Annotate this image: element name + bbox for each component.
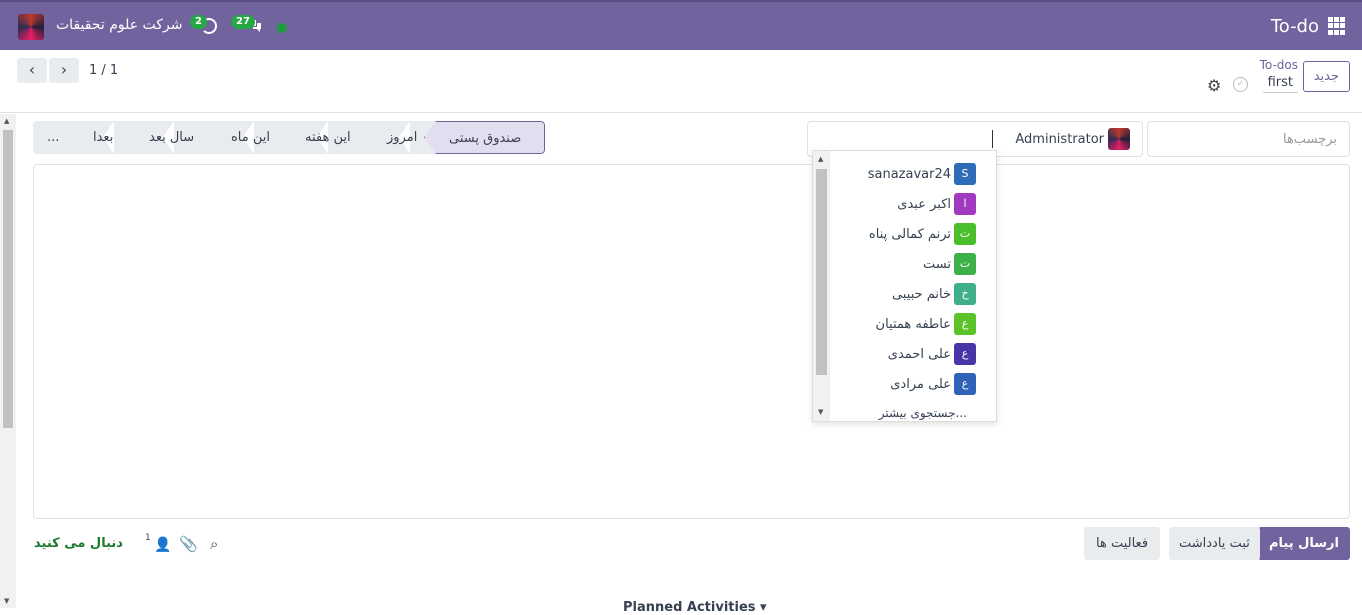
user-name: علی مرادی: [890, 376, 951, 392]
tab-this-month[interactable]: این ماه: [231, 121, 270, 154]
user-initial-avatar: ع: [954, 373, 976, 395]
tags-placeholder: برچسب‌ها: [1282, 132, 1337, 147]
message-count-badge: 27: [231, 15, 255, 29]
pager-next-button[interactable]: ›: [49, 58, 79, 83]
tab-today[interactable]: امروز: [387, 121, 417, 154]
tab-inbox[interactable]: صندوق پستی: [424, 121, 545, 154]
assignee-name: Administrator: [1015, 132, 1104, 147]
dropdown-scroll-up-icon[interactable]: ▲: [818, 155, 823, 163]
user-name: خانم حبیبی: [891, 286, 951, 302]
activities-button[interactable]: فعالیت ها: [1084, 527, 1161, 560]
message-composer[interactable]: [33, 164, 1350, 519]
page-scrollbar-thumb[interactable]: [3, 130, 13, 428]
user-name: علی احمدی: [887, 346, 951, 362]
tab-next-year[interactable]: سال بعد: [149, 121, 194, 154]
tab-later[interactable]: بعدا: [93, 121, 113, 154]
dropdown-item[interactable]: ت تست: [923, 252, 976, 276]
user-initial-avatar: ا: [954, 193, 976, 215]
search-icon[interactable]: ⌕: [210, 535, 218, 553]
assignee-dropdown: ▲ ▼ S sanazavar24 ا اکبر عبدی ت ترنم کما…: [812, 150, 997, 422]
user-initial-avatar: S: [954, 163, 976, 185]
scroll-up-arrow-icon[interactable]: ▲: [4, 117, 9, 125]
text-caret: [992, 130, 993, 148]
breadcrumb-parent[interactable]: To-dos: [1260, 58, 1298, 72]
app-grid-icon[interactable]: [1328, 17, 1346, 35]
search-more-link[interactable]: جستجوی بیشتر...: [879, 406, 967, 420]
assignee-avatar: [1108, 128, 1130, 150]
user-name: sanazavar24: [867, 166, 951, 182]
tags-field[interactable]: برچسب‌ها: [1147, 121, 1350, 157]
user-initial-avatar: ع: [954, 313, 976, 335]
activity-count-badge: 2: [190, 15, 207, 29]
dropdown-scrollbar-thumb[interactable]: [816, 169, 827, 375]
dropdown-item[interactable]: ع علی مرادی: [890, 372, 976, 396]
top-navbar: To-do شرکت علوم تحقیقات 2 27: [0, 0, 1362, 50]
dropdown-scroll-down-icon[interactable]: ▼: [818, 408, 823, 416]
scroll-down-arrow-icon[interactable]: ▼: [4, 597, 9, 605]
dropdown-item[interactable]: S sanazavar24: [868, 162, 976, 186]
user-initial-avatar: ع: [954, 343, 976, 365]
app-name[interactable]: To-do: [1271, 16, 1319, 37]
gear-icon[interactable]: ⚙: [1207, 76, 1221, 95]
user-initial-avatar: ت: [954, 223, 976, 245]
send-message-button[interactable]: ارسال پیام: [1257, 527, 1350, 560]
user-avatar[interactable]: [18, 14, 44, 40]
pager-value[interactable]: 1 / 1: [89, 63, 118, 78]
breadcrumb-current[interactable]: first: [1262, 75, 1298, 93]
control-panel: جدید To-dos first ‹ › 1 / 1: [0, 50, 1362, 113]
dropdown-item[interactable]: ع عاطفه همتیان: [876, 312, 976, 336]
user-name: ترنم کمالی پناه: [868, 226, 951, 242]
company-switcher[interactable]: شرکت علوم تحقیقات: [56, 17, 182, 33]
log-note-button[interactable]: ثبت یادداشت: [1169, 527, 1260, 560]
user-name: عاطفه همتیان: [875, 316, 951, 332]
user-name: تست: [923, 256, 951, 272]
new-button[interactable]: جدید: [1302, 61, 1350, 92]
done-check-icon[interactable]: ✓: [1233, 77, 1248, 92]
pager-previous-button[interactable]: ‹: [17, 58, 47, 83]
dropdown-item[interactable]: ا اکبر عبدی: [897, 192, 976, 216]
status-dot: [277, 23, 287, 33]
user-name: اکبر عبدی: [897, 196, 951, 212]
dropdown-item[interactable]: ت ترنم کمالی پناه: [869, 222, 976, 246]
followers-icon[interactable]: 👤: [154, 537, 171, 553]
tab-more[interactable]: ...: [47, 121, 59, 154]
dropdown-item[interactable]: ع علی احمدی: [888, 342, 976, 366]
follower-count: 1: [145, 533, 151, 543]
user-initial-avatar: خ: [954, 283, 976, 305]
dropdown-item[interactable]: خ خانم حبیبی: [892, 282, 976, 306]
following-link[interactable]: دنبال می کنید: [34, 536, 123, 551]
date-filter-tabs: ... بعدا سال بعد این ماه این هفته امروز …: [33, 121, 545, 154]
user-initial-avatar: ت: [954, 253, 976, 275]
paperclip-icon[interactable]: 📎: [179, 535, 198, 553]
tab-this-week[interactable]: این هفته: [305, 121, 351, 154]
